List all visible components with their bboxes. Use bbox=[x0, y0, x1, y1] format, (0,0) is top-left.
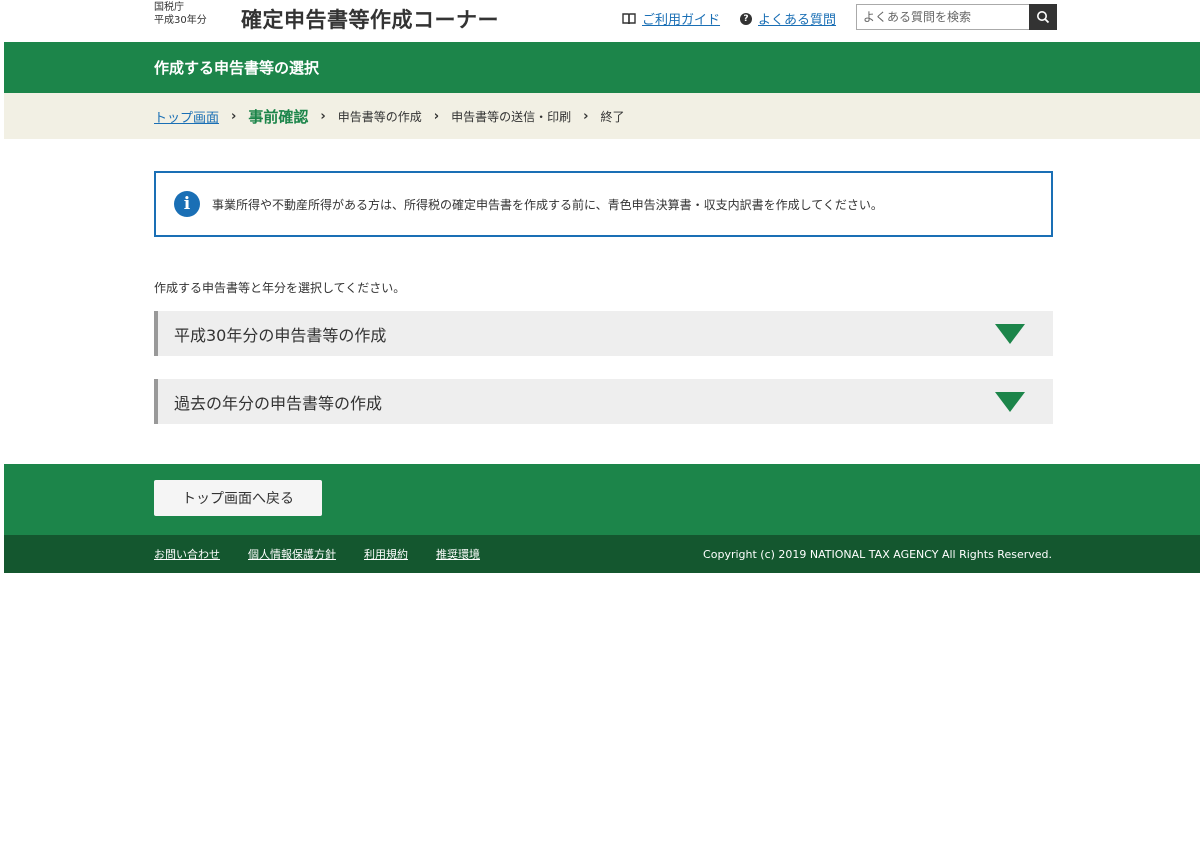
site-header: 国税庁 平成30年分 確定申告書等作成コーナー ご利用ガイド ? よくある質問 bbox=[0, 0, 1200, 42]
breadcrumb-step-create: 申告書等の作成 bbox=[337, 109, 422, 124]
app-title: 確定申告書等作成コーナー bbox=[241, 8, 499, 32]
agency-label: 国税庁 平成30年分 bbox=[154, 1, 207, 27]
agency-name: 国税庁 bbox=[154, 2, 184, 13]
search-button[interactable] bbox=[1029, 4, 1057, 30]
copyright: Copyright (c) 2019 NATIONAL TAX AGENCY A… bbox=[703, 547, 1052, 561]
accordion-label: 平成30年分の申告書等の作成 bbox=[174, 326, 387, 345]
breadcrumb-step-end: 終了 bbox=[600, 109, 625, 124]
faq-link-group[interactable]: ? よくある質問 bbox=[740, 9, 836, 28]
guide-link-group[interactable]: ご利用ガイド bbox=[622, 9, 720, 28]
tax-year: 平成30年分 bbox=[154, 15, 207, 26]
faq-link[interactable]: よくある質問 bbox=[758, 9, 836, 28]
footer-link-privacy[interactable]: 個人情報保護方針 bbox=[248, 546, 336, 562]
breadcrumb-separator: › bbox=[231, 108, 237, 124]
footer-link-environment[interactable]: 推奨環境 bbox=[436, 546, 480, 562]
back-to-top-button[interactable]: トップ画面へ戻る bbox=[154, 480, 322, 516]
accordion-current-year[interactable]: 平成30年分の申告書等の作成 bbox=[154, 311, 1053, 356]
breadcrumb-bar: トップ画面 › 事前確認 › 申告書等の作成 › 申告書等の送信・印刷 › 終了 bbox=[4, 93, 1200, 139]
faq-search-input[interactable] bbox=[856, 4, 1029, 30]
breadcrumb-top[interactable]: トップ画面 bbox=[154, 107, 219, 126]
info-notice: i 事業所得や不動産所得がある方は、所得税の確定申告書を作成する前に、青色申告決… bbox=[154, 171, 1053, 237]
triangle-down-icon bbox=[995, 392, 1025, 412]
info-icon: i bbox=[174, 191, 200, 217]
breadcrumb-current: 事前確認 bbox=[248, 107, 309, 126]
footer-links: お問い合わせ 個人情報保護方針 利用規約 推奨環境 bbox=[154, 535, 508, 573]
triangle-down-icon bbox=[995, 324, 1025, 344]
footer-link-contact[interactable]: お問い合わせ bbox=[154, 546, 220, 562]
info-message: 事業所得や不動産所得がある方は、所得税の確定申告書を作成する前に、青色申告決算書… bbox=[212, 197, 883, 212]
accordion-label: 過去の年分の申告書等の作成 bbox=[174, 394, 383, 413]
footer-link-terms[interactable]: 利用規約 bbox=[364, 546, 408, 562]
page-title: 作成する申告書等の選択 bbox=[154, 59, 320, 77]
breadcrumb-step-send: 申告書等の送信・印刷 bbox=[451, 109, 572, 124]
faq-search bbox=[856, 4, 1057, 30]
breadcrumb-separator: › bbox=[320, 108, 326, 124]
accordion-past-years[interactable]: 過去の年分の申告書等の作成 bbox=[154, 379, 1053, 424]
instruction-text: 作成する申告書等と年分を選択してください。 bbox=[154, 281, 406, 295]
search-icon bbox=[1037, 11, 1050, 24]
breadcrumb: トップ画面 › 事前確認 › 申告書等の作成 › 申告書等の送信・印刷 › 終了 bbox=[154, 93, 625, 139]
breadcrumb-separator: › bbox=[433, 108, 440, 124]
guide-link[interactable]: ご利用ガイド bbox=[642, 9, 720, 28]
book-icon bbox=[622, 12, 636, 24]
footer-action-band: トップ画面へ戻る bbox=[4, 464, 1200, 535]
footer-bar: お問い合わせ 個人情報保護方針 利用規約 推奨環境 Copyright (c) … bbox=[4, 535, 1200, 573]
question-icon: ? bbox=[740, 12, 752, 25]
page-title-band: 作成する申告書等の選択 bbox=[4, 42, 1200, 93]
breadcrumb-separator: › bbox=[583, 108, 589, 124]
